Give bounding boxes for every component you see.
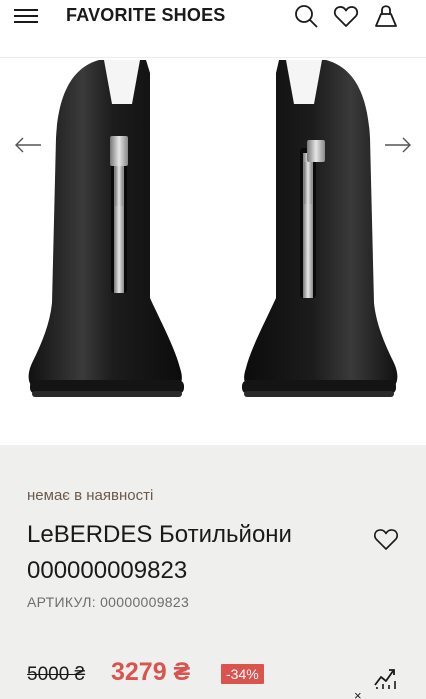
sku-line: АРТИКУЛ: 00000009823: [27, 594, 189, 610]
close-icon[interactable]: ×: [354, 688, 362, 699]
product-info-panel: немає в наявності LeBERDES Ботильйони 00…: [0, 445, 426, 699]
bag-icon[interactable]: [373, 3, 399, 29]
hamburger-menu-icon[interactable]: [14, 9, 38, 23]
heart-outline-icon[interactable]: [372, 526, 400, 552]
arrow-right-icon[interactable]: [384, 136, 412, 154]
product-title: LeBERDES Ботильйони 000000009823: [27, 521, 292, 584]
old-price: 5000 ₴: [27, 664, 86, 685]
arrow-left-icon[interactable]: [14, 136, 42, 154]
search-icon[interactable]: [293, 3, 319, 29]
discount-badge: -34%: [221, 664, 264, 684]
availability-status: немає в наявності: [27, 487, 154, 504]
top-header: FAVORITE SHOES: [0, 0, 426, 58]
sku-label: АРТИКУЛ:: [27, 594, 96, 610]
sku-value: 00000009823: [100, 594, 190, 610]
product-image-gallery[interactable]: [0, 58, 426, 445]
brand-logo[interactable]: FAVORITE SHOES: [66, 5, 226, 26]
sale-price: 3279 ₴: [111, 658, 191, 686]
heart-icon[interactable]: [333, 3, 359, 29]
product-image: [28, 60, 398, 397]
price-trend-icon[interactable]: [372, 665, 400, 691]
